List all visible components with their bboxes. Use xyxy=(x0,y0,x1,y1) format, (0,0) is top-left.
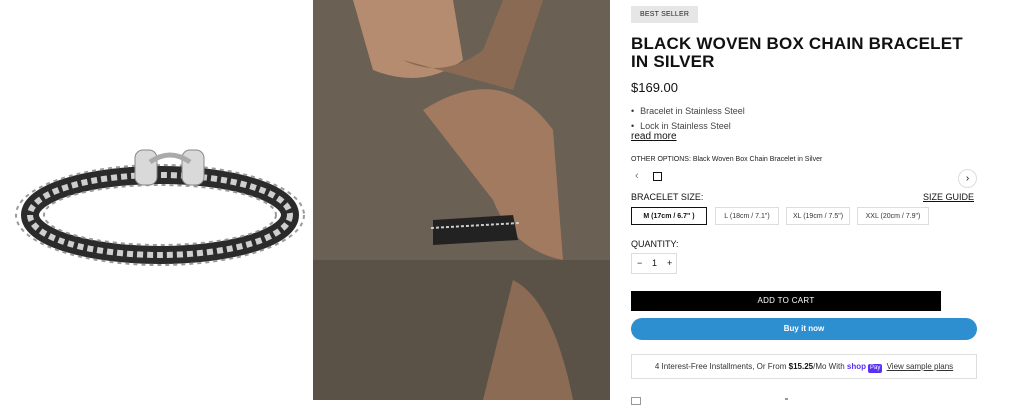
quantity-value[interactable]: 1 xyxy=(652,254,657,273)
view-sample-plans-link[interactable]: View sample plans xyxy=(887,362,954,371)
size-option-m[interactable]: M (17cm / 6.7" ) xyxy=(631,207,707,225)
quantity-plus-button[interactable]: + xyxy=(667,254,672,273)
read-more-link[interactable]: read more xyxy=(631,131,677,142)
quantity-stepper: − 1 + xyxy=(631,253,677,274)
other-options-label: OTHER OPTIONS: xyxy=(631,156,691,163)
shop-pay-badge: Pay xyxy=(868,364,883,373)
size-option-xl[interactable]: XL (19cm / 7.5") xyxy=(786,207,850,225)
installments-box: 4 Interest-Free Installments, Or From $1… xyxy=(631,354,977,379)
size-option-l[interactable]: L (18cm / 7.1") xyxy=(715,207,779,225)
feature-item: Bracelet in Stainless Steel xyxy=(631,104,745,119)
shop-pay-logo: shop xyxy=(846,362,867,371)
chevron-right-icon[interactable]: › xyxy=(958,169,977,188)
other-options-value: Black Woven Box Chain Bracelet in Silver xyxy=(692,156,823,163)
add-to-cart-button[interactable]: ADD TO CART xyxy=(631,291,941,311)
bracelet-illustration xyxy=(15,149,305,266)
installments-amount: $15.25 xyxy=(788,362,814,371)
buy-now-button[interactable]: Buy it now xyxy=(631,318,977,340)
product-image-model[interactable] xyxy=(313,0,610,400)
product-info-panel: BEST SELLER BLACK WOVEN BOX CHAIN BRACEL… xyxy=(631,0,981,400)
product-title: BLACK WOVEN BOX CHAIN BRACELET IN SILVER xyxy=(631,34,963,71)
checkbox[interactable] xyxy=(631,397,641,405)
quantity-minus-button[interactable]: − xyxy=(637,254,642,273)
other-options: OTHER OPTIONS: Black Woven Box Chain Bra… xyxy=(631,156,822,163)
best-seller-badge: BEST SELLER xyxy=(631,6,699,23)
option-swatch[interactable] xyxy=(653,172,662,181)
option-carousel: ‹ › xyxy=(631,169,981,188)
quantity-label: QUANTITY: xyxy=(631,239,679,249)
product-image-bracelet[interactable] xyxy=(0,0,310,400)
size-option-xxl[interactable]: XXL (20cm / 7.9") xyxy=(857,207,929,225)
installments-prefix: 4 Interest-Free Installments, Or From xyxy=(654,362,787,371)
bracelet-size-label: BRACELET SIZE: xyxy=(631,192,704,202)
size-guide-link[interactable]: SIZE GUIDE xyxy=(923,192,974,202)
chevron-left-icon[interactable]: ‹ xyxy=(635,170,639,182)
installments-suffix: /Mo With xyxy=(813,362,845,371)
model-photo-illustration xyxy=(313,0,610,400)
feature-list: Bracelet in Stainless Steel Lock in Stai… xyxy=(631,104,745,134)
product-price: $169.00 xyxy=(631,80,678,95)
